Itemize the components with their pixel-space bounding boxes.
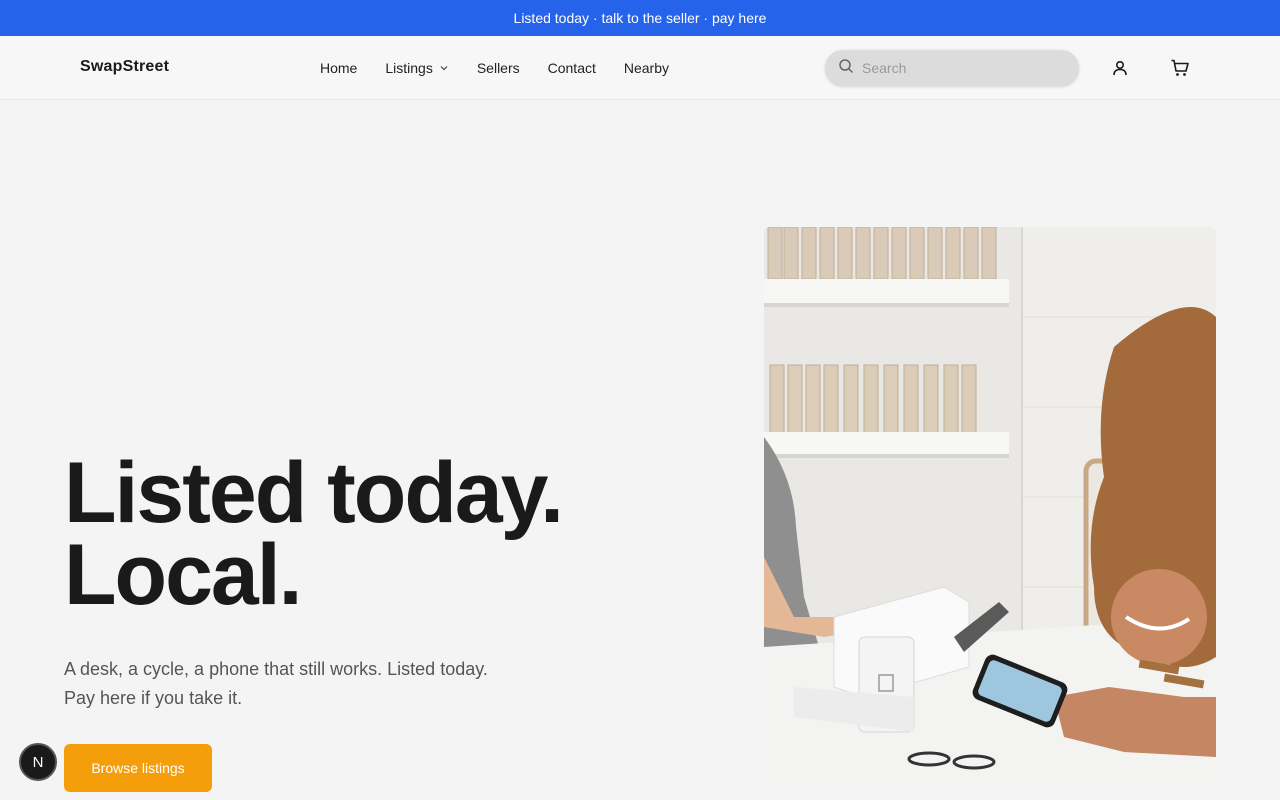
account-icon[interactable] <box>1108 56 1132 80</box>
hero-image <box>764 227 1216 792</box>
chevron-down-icon <box>439 63 449 73</box>
search-icon <box>838 58 854 79</box>
hero-subtitle-line2: Pay here if you take it. <box>64 688 243 708</box>
search-bar[interactable] <box>825 50 1079 86</box>
floating-avatar-badge[interactable]: N <box>19 743 57 781</box>
hero-title: Listed today. Local. <box>64 445 564 623</box>
nav-contact[interactable]: Contact <box>548 60 596 76</box>
announcement-text: Listed today · talk to the seller · pay … <box>513 10 767 26</box>
nav-nearby[interactable]: Nearby <box>624 60 669 76</box>
search-input[interactable] <box>862 60 1062 76</box>
hero-subtitle: A desk, a cycle, a phone that still work… <box>64 655 524 713</box>
browse-listings-button[interactable]: Browse listings <box>64 744 212 792</box>
announcement-bar: Listed today · talk to the seller · pay … <box>0 0 1280 36</box>
cart-icon[interactable] <box>1168 56 1192 80</box>
hero-title-line1: Listed today. <box>64 445 564 541</box>
hero-subtitle-line1: A desk, a cycle, a phone that still work… <box>64 659 488 679</box>
nav-listings[interactable]: Listings <box>385 60 448 76</box>
site-header: SwapStreet Home Listings Sellers Contact… <box>0 36 1280 100</box>
main-nav: Home Listings Sellers Contact Nearby <box>320 36 697 100</box>
nav-home[interactable]: Home <box>320 60 357 76</box>
nav-sellers[interactable]: Sellers <box>477 60 520 76</box>
hero-title-line2: Local. <box>64 527 303 623</box>
site-logo[interactable]: SwapStreet <box>80 58 169 76</box>
